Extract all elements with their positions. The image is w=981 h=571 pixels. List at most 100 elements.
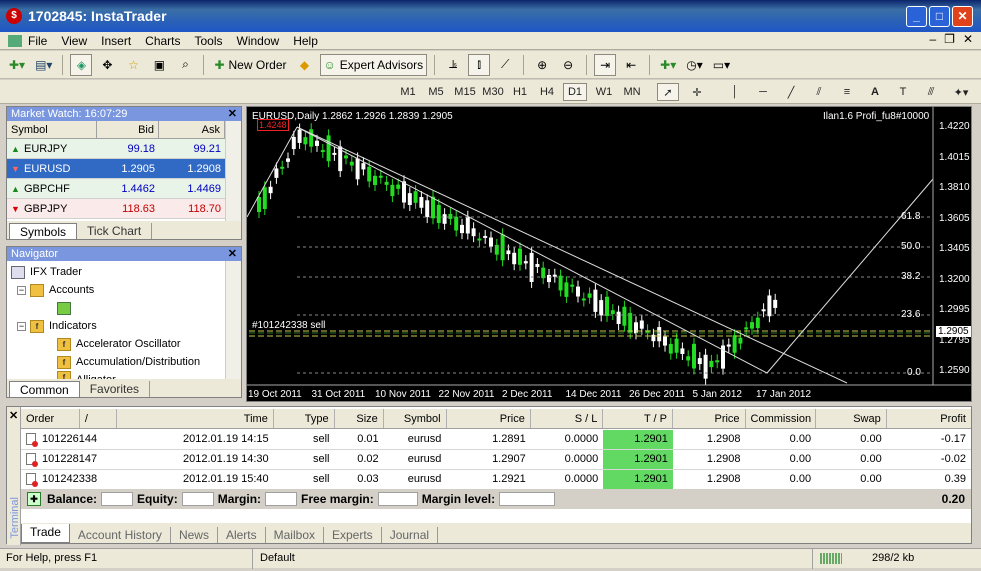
price-chart[interactable]: [247, 107, 972, 402]
col-symbol[interactable]: Symbol: [384, 409, 447, 428]
tab-news[interactable]: News: [171, 527, 218, 543]
timeframe-m15[interactable]: M15: [452, 83, 478, 101]
menu-view[interactable]: View: [61, 34, 87, 48]
periods-icon[interactable]: ◷▾: [683, 54, 706, 76]
expert-advisors-button[interactable]: ☺ Expert Advisors: [319, 53, 428, 76]
gann-icon[interactable]: ⫻: [920, 83, 942, 101]
collapse-icon[interactable]: −: [17, 285, 26, 295]
tab-journal[interactable]: Journal: [382, 527, 439, 543]
metaeditor-icon[interactable]: ◆: [294, 54, 316, 76]
line-chart-icon[interactable]: ⟋: [494, 54, 516, 76]
close-panel-icon[interactable]: ✕: [228, 247, 237, 261]
col-profit[interactable]: Profit: [887, 409, 971, 428]
timeframe-m5[interactable]: M5: [424, 83, 448, 101]
chart-shift-icon[interactable]: ⇤: [620, 54, 642, 76]
menu-tools[interactable]: Tools: [195, 34, 223, 48]
col-bid[interactable]: Bid: [97, 121, 159, 138]
vertical-line-icon[interactable]: │: [724, 83, 746, 101]
chart-window[interactable]: EURUSD,Daily 1.2862 1.2926 1.2839 1.2905…: [246, 106, 972, 402]
sort-icon[interactable]: /: [80, 409, 118, 428]
templates-icon[interactable]: ▭▾: [710, 54, 733, 76]
close-button[interactable]: ✕: [952, 6, 973, 27]
tab-favorites[interactable]: Favorites: [80, 381, 151, 397]
mdi-minimize-icon[interactable]: –: [929, 32, 936, 46]
cursor-icon[interactable]: ➚: [657, 83, 679, 101]
arrows-icon[interactable]: ✦▾: [948, 83, 974, 101]
menu-charts[interactable]: Charts: [145, 34, 180, 48]
nav-item-trader[interactable]: IFX Trader: [11, 263, 223, 281]
col-current-price[interactable]: Price: [673, 409, 746, 428]
col-price[interactable]: Price: [447, 409, 531, 428]
col-size[interactable]: Size: [335, 409, 384, 428]
mdi-close-icon[interactable]: ✕: [963, 32, 973, 46]
nav-item-indicator[interactable]: f Accumulation/Distribution: [11, 353, 223, 371]
timeframe-mn[interactable]: MN: [619, 83, 645, 101]
menu-insert[interactable]: Insert: [101, 34, 131, 48]
mdi-restore-icon[interactable]: ❐: [944, 32, 955, 46]
nav-item-accounts[interactable]: − Accounts: [11, 281, 223, 299]
close-terminal-icon[interactable]: ✕: [9, 409, 18, 422]
col-time[interactable]: Time: [117, 409, 274, 428]
menu-file[interactable]: File: [28, 34, 47, 48]
zoom-out-icon[interactable]: ⊖: [557, 54, 579, 76]
zoom-in-icon[interactable]: ⊕: [531, 54, 553, 76]
col-ask[interactable]: Ask: [159, 121, 225, 138]
col-symbol[interactable]: Symbol: [7, 121, 97, 138]
nav-item-indicator[interactable]: f Accelerator Oscillator: [11, 335, 223, 353]
close-panel-icon[interactable]: ✕: [228, 107, 237, 121]
text-label-icon[interactable]: T: [892, 83, 914, 101]
nav-item-indicators[interactable]: − f Indicators: [11, 317, 223, 335]
tab-trade[interactable]: Trade: [21, 524, 70, 543]
market-watch-scrollbar[interactable]: [225, 121, 241, 221]
favorites-icon[interactable]: ☆: [122, 54, 144, 76]
col-type[interactable]: Type: [274, 409, 335, 428]
indicators-icon[interactable]: ✚▾: [657, 54, 679, 76]
strategy-tester-icon[interactable]: ⌕: [174, 54, 196, 76]
timeframe-h1[interactable]: H1: [508, 83, 532, 101]
col-commission[interactable]: Commission: [746, 409, 817, 428]
market-watch-row[interactable]: ▲ GBPCHF 1.4462 1.4469: [7, 179, 225, 199]
navigator-scrollbar[interactable]: [225, 261, 241, 379]
nav-item-account[interactable]: [11, 299, 223, 317]
col-swap[interactable]: Swap: [816, 409, 887, 428]
maximize-button[interactable]: □: [929, 6, 950, 27]
tab-experts[interactable]: Experts: [324, 527, 382, 543]
col-sl[interactable]: S / L: [531, 409, 604, 428]
horizontal-line-icon[interactable]: ─: [752, 83, 774, 101]
market-watch-row[interactable]: ▲ EURJPY 99.18 99.21: [7, 139, 225, 159]
profiles-icon[interactable]: ▤▾: [32, 54, 55, 76]
minimize-button[interactable]: _: [906, 6, 927, 27]
tab-tick-chart[interactable]: Tick Chart: [77, 223, 153, 239]
order-row[interactable]: 101226144 2012.01.19 14:15 sell 0.01 eurusd 1…: [21, 430, 971, 450]
autoscroll-icon[interactable]: ⇥: [594, 53, 617, 76]
menu-window[interactable]: Window: [237, 34, 280, 48]
col-tp[interactable]: T / P: [603, 409, 673, 428]
timeframe-d1[interactable]: D1: [563, 83, 587, 101]
timeframe-w1[interactable]: W1: [592, 83, 616, 101]
collapse-icon[interactable]: −: [17, 321, 26, 331]
market-watch-icon[interactable]: ◈: [70, 53, 93, 76]
tab-account-history[interactable]: Account History: [70, 527, 171, 543]
fibonacci-icon[interactable]: ≡: [836, 83, 858, 101]
trendline[interactable]: [296, 126, 848, 384]
market-watch-row[interactable]: ▼ GBPJPY 118.63 118.70: [7, 199, 225, 219]
tab-common[interactable]: Common: [9, 381, 80, 397]
timeframe-h4[interactable]: H4: [535, 83, 559, 101]
order-row[interactable]: 101242338 2012.01.19 15:40 sell 0.03 eurusd 1…: [21, 470, 971, 490]
new-order-button[interactable]: ✚ New Order: [211, 54, 289, 76]
navigator-icon[interactable]: ✥: [96, 54, 118, 76]
col-order[interactable]: Order: [21, 409, 80, 428]
timeframe-m30[interactable]: M30: [480, 83, 506, 101]
market-watch-row[interactable]: ▼ EURUSD 1.2905 1.2908: [7, 159, 225, 179]
order-row[interactable]: 101228147 2012.01.19 14:30 sell 0.02 eurusd 1…: [21, 450, 971, 470]
tab-alerts[interactable]: Alerts: [218, 527, 266, 543]
tab-symbols[interactable]: Symbols: [9, 223, 78, 239]
text-icon[interactable]: A: [864, 83, 886, 101]
candlestick-icon[interactable]: ⫾: [468, 53, 491, 76]
tab-mailbox[interactable]: Mailbox: [266, 527, 324, 543]
crosshair-icon[interactable]: ✛: [686, 83, 708, 101]
trendline-icon[interactable]: ╱: [780, 83, 802, 101]
new-chart-icon[interactable]: ✚▾: [6, 54, 28, 76]
bar-chart-icon[interactable]: ⫡: [442, 54, 464, 76]
terminal-icon[interactable]: ▣: [148, 54, 170, 76]
